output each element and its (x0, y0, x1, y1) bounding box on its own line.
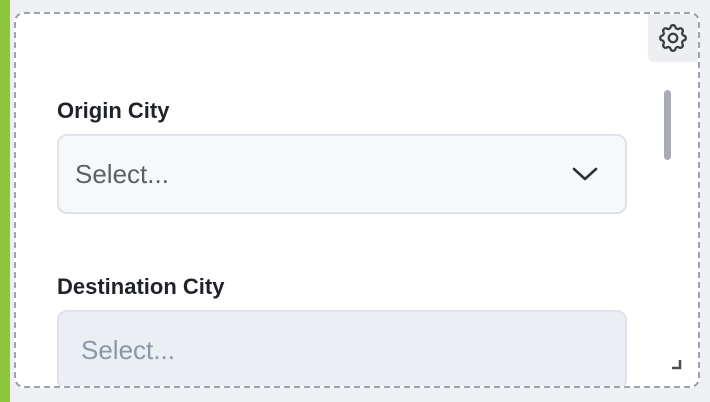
resize-handle-icon[interactable] (670, 358, 682, 370)
settings-button[interactable] (648, 14, 698, 62)
form-panel: Origin City Select... Destination City S… (14, 12, 700, 388)
gear-icon (659, 24, 687, 52)
destination-city-placeholder: Select... (81, 334, 175, 365)
origin-city-select[interactable]: Select... (57, 134, 627, 214)
destination-city-select[interactable]: Select... (57, 310, 627, 386)
origin-city-label: Origin City (57, 98, 170, 123)
accent-bar (0, 0, 10, 402)
scrollbar-thumb[interactable] (664, 90, 671, 160)
chevron-down-icon (572, 167, 598, 181)
origin-city-placeholder: Select... (75, 158, 169, 189)
destination-city-label: Destination City (57, 274, 225, 299)
